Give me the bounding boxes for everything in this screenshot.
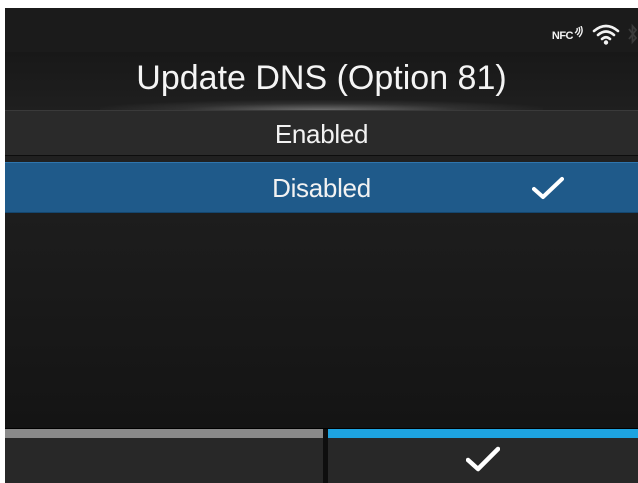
confirm-button[interactable] bbox=[328, 429, 638, 483]
header: Update DNS (Option 81) bbox=[5, 52, 638, 110]
left-softkey[interactable] bbox=[5, 429, 323, 483]
nfc-waves-icon bbox=[574, 25, 583, 37]
status-bar: NFC bbox=[5, 8, 638, 52]
options-list: Enabled Disabled bbox=[5, 110, 638, 428]
page-title: Update DNS (Option 81) bbox=[136, 59, 507, 97]
check-icon bbox=[532, 176, 564, 205]
nfc-label: NFC bbox=[551, 29, 574, 42]
status-icons: NFC bbox=[552, 22, 638, 46]
option-disabled[interactable]: Disabled bbox=[5, 162, 638, 213]
option-label: Enabled bbox=[274, 119, 369, 149]
header-glow bbox=[100, 100, 543, 110]
nfc-icon: NFC bbox=[551, 25, 584, 42]
wifi-icon bbox=[592, 23, 620, 45]
option-enabled[interactable]: Enabled bbox=[5, 110, 638, 156]
check-icon bbox=[465, 446, 501, 477]
printer-display: NFC Update DNS (Option 81) Enabled Disab… bbox=[5, 8, 638, 483]
bluetooth-icon bbox=[628, 23, 638, 45]
